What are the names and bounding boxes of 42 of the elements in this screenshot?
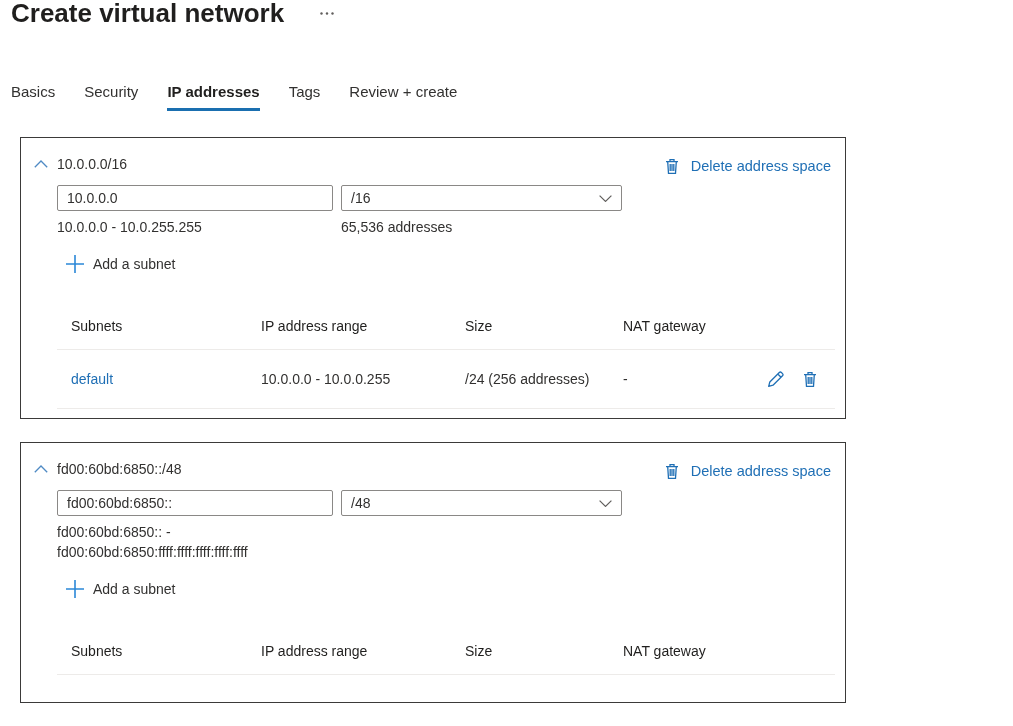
column-header: Subnets — [71, 317, 123, 336]
tab[interactable]: Tags — [288, 82, 321, 111]
column-header: NAT gateway — [623, 642, 706, 661]
add-subnet-button[interactable]: Add a subnet — [57, 250, 176, 278]
prefix-dropdown[interactable]: /48 — [341, 490, 622, 516]
address-space-title: 10.0.0.0/16 — [57, 155, 128, 174]
more-icon[interactable] — [320, 11, 335, 15]
page-title: Create virtual network — [11, 0, 285, 26]
address-input[interactable]: 10.0.0.0 — [57, 185, 333, 211]
column-header: Size — [465, 317, 493, 336]
chevron-up-icon[interactable] — [34, 160, 48, 168]
address-range-text: 10.0.0.0 - 10.0.255.255 — [57, 218, 202, 237]
tab[interactable]: Basics — [11, 82, 56, 111]
address-space-title: fd00:60bd:6850::/48 — [57, 460, 182, 479]
plus-icon — [66, 580, 84, 598]
chevron-up-icon[interactable] — [34, 465, 48, 473]
address-range-text: fd00:60bd:6850:: - fd00:60bd:6850:ffff:ffff:ffff:ffff:ffff — [57, 523, 249, 562]
subnet-link[interactable]: default — [71, 369, 114, 389]
column-header: NAT gateway — [623, 317, 706, 336]
trash-icon — [665, 463, 678, 479]
table-cell-text: - — [623, 370, 628, 389]
trash-icon[interactable] — [804, 371, 816, 387]
column-header: IP address range — [261, 317, 368, 336]
chevron-down-icon — [599, 194, 612, 202]
chevron-down-icon — [599, 499, 612, 507]
column-header: Size — [465, 642, 493, 661]
plus-icon — [66, 255, 84, 273]
table-cell-text: /24 (256 addresses) — [465, 370, 590, 389]
delete-address-space-button[interactable]: Delete address space — [665, 156, 831, 176]
table-cell-text: 10.0.0.0 - 10.0.0.255 — [261, 370, 391, 389]
column-header: Subnets — [71, 642, 123, 661]
tab[interactable]: IP addresses — [167, 82, 260, 111]
address-count-text: 65,536 addresses — [341, 218, 453, 237]
pencil-icon[interactable] — [768, 371, 784, 387]
address-input[interactable]: fd00:60bd:6850:: — [57, 490, 333, 516]
tab[interactable]: Review + create — [349, 82, 458, 111]
delete-address-space-button[interactable]: Delete address space — [665, 461, 831, 481]
add-subnet-button[interactable]: Add a subnet — [57, 575, 176, 603]
column-header: IP address range — [261, 642, 368, 661]
prefix-dropdown[interactable]: /16 — [341, 185, 622, 211]
tab[interactable]: Security — [84, 82, 139, 111]
trash-icon — [665, 158, 678, 174]
